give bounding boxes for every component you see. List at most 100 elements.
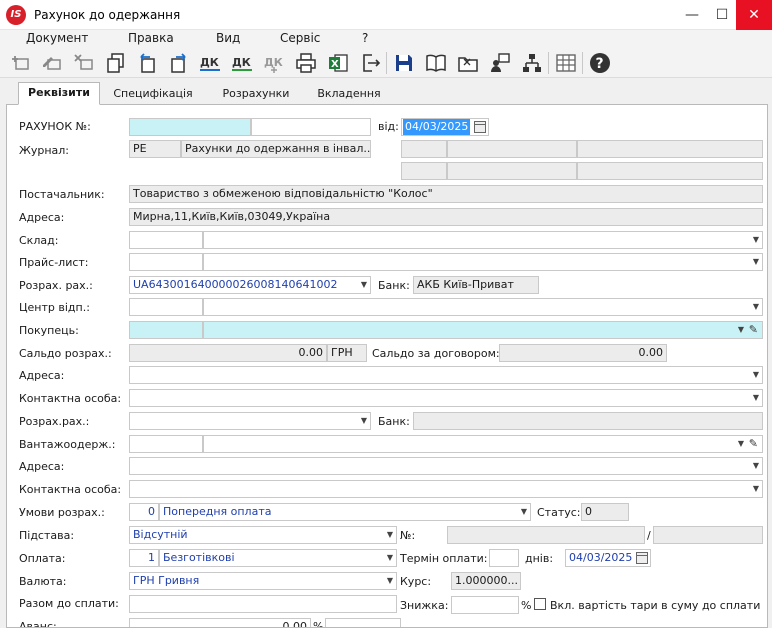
journal-code-field[interactable]: PE	[129, 140, 181, 158]
chevron-down-icon[interactable]: ▼	[521, 504, 527, 520]
chevron-down-icon[interactable]: ▼	[753, 458, 759, 474]
buyer-select[interactable]: ▼ ✎	[203, 321, 763, 339]
buyer-account-select[interactable]: ▼	[129, 412, 371, 430]
tab-calculations[interactable]: Розрахунки	[214, 84, 298, 104]
saldo-value-field[interactable]: 0.00	[129, 344, 327, 362]
consignee-address-select[interactable]: ▼	[129, 457, 763, 475]
chevron-down-icon[interactable]: ▼	[387, 573, 393, 589]
pricelist-select[interactable]: ▼	[203, 253, 763, 271]
chevron-down-icon[interactable]: ▼	[361, 413, 367, 429]
print-icon[interactable]	[294, 51, 318, 75]
excel-icon[interactable]: X	[326, 51, 350, 75]
copy-icon[interactable]	[104, 51, 128, 75]
menu-view[interactable]: Вид	[216, 31, 240, 45]
dk-icon[interactable]: ДК	[198, 51, 222, 75]
save-icon[interactable]	[392, 51, 416, 75]
terms-code-input[interactable]: 0	[129, 503, 159, 521]
tab-requisites[interactable]: Реквізити	[18, 82, 100, 105]
chevron-down-icon[interactable]: ▼	[753, 481, 759, 497]
pricelist-code-input[interactable]	[129, 253, 203, 271]
tree-icon[interactable]	[520, 51, 544, 75]
invoice-number-label: РАХУНОК №:	[19, 120, 91, 133]
chevron-down-icon[interactable]: ▼	[738, 436, 744, 452]
bank-field[interactable]: АКБ Київ-Приват	[413, 276, 539, 294]
center-select[interactable]: ▼	[203, 298, 763, 316]
book-icon[interactable]	[424, 51, 448, 75]
chevron-down-icon[interactable]: ▼	[387, 527, 393, 543]
tab-specification[interactable]: Специфікація	[108, 84, 198, 104]
tare-checkbox[interactable]	[534, 598, 546, 610]
invoice-suffix-input[interactable]	[251, 118, 371, 136]
basis-suffix-field[interactable]	[653, 526, 763, 544]
chevron-down-icon[interactable]: ▼	[753, 254, 759, 270]
pencil-icon[interactable]: ✎	[749, 436, 758, 452]
window-title: Рахунок до одержання	[34, 8, 181, 22]
warehouse-select[interactable]: ▼	[203, 231, 763, 249]
contact-select[interactable]: ▼	[129, 389, 763, 407]
chevron-down-icon[interactable]: ▼	[753, 390, 759, 406]
consignee-code-input[interactable]	[129, 435, 203, 453]
discount-input[interactable]	[451, 596, 519, 614]
users-icon[interactable]	[488, 51, 512, 75]
chevron-down-icon[interactable]: ▼	[753, 367, 759, 383]
total-input[interactable]	[129, 595, 397, 613]
dk-plus-icon[interactable]: ДК	[230, 51, 254, 75]
journal-name-field[interactable]: Рахунки до одержання в інвал...	[181, 140, 371, 158]
warehouse-code-input[interactable]	[129, 231, 203, 249]
close-button[interactable]: ✕	[736, 0, 772, 30]
center-code-input[interactable]	[129, 298, 203, 316]
edit-row-icon[interactable]	[40, 51, 64, 75]
supplier-address-field[interactable]: Мирна,11,Київ,Київ,03049,Україна	[129, 208, 763, 226]
delete-row-icon[interactable]	[72, 51, 96, 75]
dk-disabled-icon[interactable]: ДК	[262, 51, 286, 75]
undo-icon[interactable]	[136, 51, 160, 75]
buyer-address-select[interactable]: ▼	[129, 366, 763, 384]
slash-label: /	[647, 529, 651, 542]
redo-icon[interactable]	[166, 51, 190, 75]
date-input[interactable]: 04/03/2025	[401, 118, 489, 136]
advance-percent-input[interactable]	[325, 618, 401, 627]
supplier-field[interactable]: Товариство з обмеженою відповідальністю …	[129, 185, 763, 203]
terms-select[interactable]: Попередня оплата ▼	[159, 503, 531, 521]
rate-field[interactable]: 1.000000...	[451, 572, 521, 590]
payment-select[interactable]: Безготівкові ▼	[159, 549, 397, 567]
tab-attachments[interactable]: Вкладення	[312, 84, 386, 104]
chevron-down-icon[interactable]: ▼	[738, 322, 744, 338]
menu-help[interactable]: ?	[362, 31, 368, 45]
chevron-down-icon[interactable]: ▼	[387, 550, 393, 566]
terms-label: Умови розрах.:	[19, 506, 105, 519]
pencil-icon[interactable]: ✎	[749, 322, 758, 338]
buyer-bank-field[interactable]	[413, 412, 763, 430]
menu-service[interactable]: Сервіс	[280, 31, 320, 45]
buyer-code-input[interactable]	[129, 321, 203, 339]
payment-code-input[interactable]: 1	[129, 549, 159, 567]
add-row-icon[interactable]	[8, 51, 32, 75]
basis-select[interactable]: Відсутній ▼	[129, 526, 397, 544]
maximize-button[interactable]: ☐	[706, 0, 738, 30]
pay-term-input[interactable]	[489, 549, 519, 567]
calendar-icon[interactable]	[636, 552, 648, 564]
menu-document[interactable]: Документ	[26, 31, 88, 45]
basis-label: Підстава:	[19, 529, 75, 542]
account-select[interactable]: UA643001640000026008140641002 ▼	[129, 276, 371, 294]
invoice-number-input[interactable]	[129, 118, 251, 136]
currency-select[interactable]: ГРН Гривня ▼	[129, 572, 397, 590]
chevron-down-icon[interactable]: ▼	[361, 277, 367, 293]
grid-icon[interactable]	[554, 51, 578, 75]
minimize-button[interactable]: —	[676, 0, 708, 30]
status-field[interactable]: 0	[581, 503, 629, 521]
chevron-down-icon[interactable]: ▼	[753, 232, 759, 248]
basis-number-field[interactable]	[447, 526, 645, 544]
app-logo-icon: IS	[6, 5, 26, 25]
open-folder-icon[interactable]	[456, 51, 480, 75]
consignee-select[interactable]: ▼ ✎	[203, 435, 763, 453]
exit-icon[interactable]	[358, 51, 382, 75]
help-icon[interactable]: ?	[588, 51, 612, 75]
advance-input[interactable]: 0.00	[129, 618, 311, 627]
pay-date-input[interactable]: 04/03/2025	[565, 549, 651, 567]
menu-edit[interactable]: Правка	[128, 31, 174, 45]
consignee-contact-select[interactable]: ▼	[129, 480, 763, 498]
saldo-contract-field[interactable]: 0.00	[499, 344, 667, 362]
calendar-icon[interactable]	[474, 121, 486, 133]
chevron-down-icon[interactable]: ▼	[753, 299, 759, 315]
